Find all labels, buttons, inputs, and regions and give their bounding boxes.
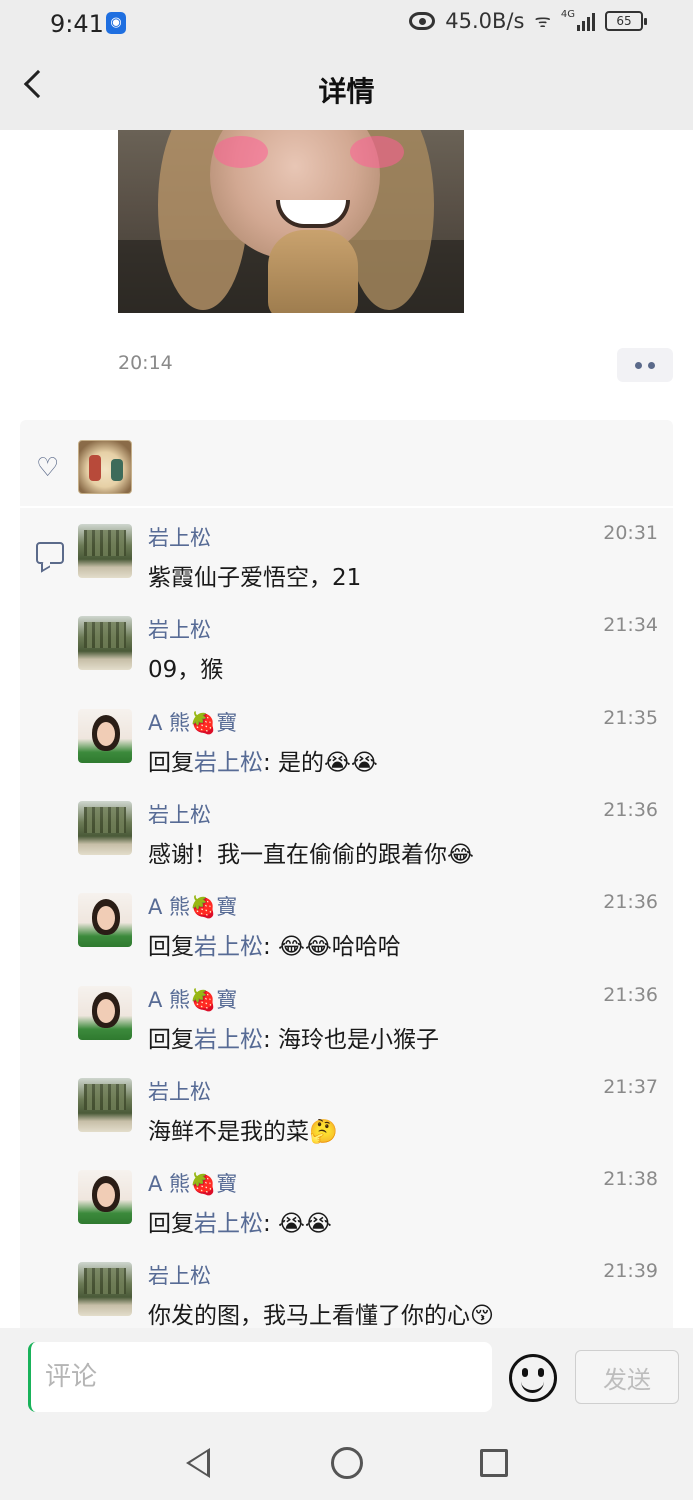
liker-avatar[interactable] — [78, 440, 132, 494]
post-detail[interactable]: 20:14 ♡ 岩上松 20:31 紫霞仙子爱悟空，21 岩上松 21:34 09，猴 A … — [0, 130, 693, 1328]
comment-input-bar: 发送 — [0, 1328, 693, 1430]
commenter-name[interactable]: 岩上松 — [148, 522, 211, 552]
comment-time: 21:35 — [603, 706, 658, 729]
commenter-avatar[interactable] — [78, 616, 132, 671]
comment-text: 海鲜不是我的菜🤔 — [148, 1112, 338, 1146]
commenter-avatar[interactable] — [78, 1262, 132, 1317]
eye-icon — [409, 12, 436, 30]
send-button[interactable]: 发送 — [575, 1350, 679, 1404]
comment-body: 紫霞仙子爱悟空，21 — [148, 565, 362, 591]
status-indicators: 45.0B/s ᯤ 4G 65 — [409, 9, 647, 33]
comment-icon — [36, 542, 64, 564]
commenter-name[interactable]: A 熊🍓寶 — [148, 984, 237, 1014]
comment-item[interactable]: 岩上松 21:39 你发的图，我马上看懂了你的心😚 — [78, 1248, 658, 1328]
reply-prefix: 回复 — [148, 1211, 194, 1238]
likes-section: ♡ — [20, 420, 673, 506]
status-time: 9:41 — [50, 10, 104, 38]
comment-item[interactable]: 岩上松 21:34 09，猴 — [78, 602, 658, 688]
comment-item[interactable]: A 熊🍓寶 21:36 回复岩上松: 海玲也是小猴子 — [78, 972, 658, 1058]
image-blush-right — [350, 136, 404, 168]
comment-input[interactable] — [28, 1342, 492, 1412]
comment-text: 感谢！我一直在偷偷的跟着你😂 — [148, 835, 474, 869]
comment-item[interactable]: A 熊🍓寶 21:35 回复岩上松: 是的😭😭 — [78, 695, 658, 781]
page-title: 详情 — [318, 75, 375, 108]
comment-time: 20:31 — [603, 522, 658, 544]
comment-body: : 😂😂哈哈哈 — [263, 934, 401, 961]
comment-item[interactable]: A 熊🍓寶 21:36 回复岩上松: 😂😂哈哈哈 — [78, 879, 658, 965]
post-time: 20:14 — [118, 352, 173, 374]
reply-to-name[interactable]: 岩上松 — [194, 1211, 263, 1237]
network-speed: 45.0B/s — [445, 9, 525, 33]
reply-to-name[interactable]: 岩上松 — [194, 750, 263, 776]
commenter-name[interactable]: A 熊🍓寶 — [148, 707, 237, 737]
comment-body: 感谢！我一直在偷偷的跟着你😂 — [148, 841, 474, 868]
commenter-avatar[interactable] — [78, 524, 132, 578]
network-type: 4G — [560, 9, 575, 20]
reply-prefix: 回复 — [148, 934, 194, 961]
commenter-name[interactable]: 岩上松 — [148, 799, 211, 829]
lightbulb-icon: ◉ — [106, 12, 126, 34]
comment-body: 09，猴 — [148, 657, 224, 684]
commenter-avatar[interactable] — [78, 708, 132, 763]
commenter-name[interactable]: 岩上松 — [148, 1260, 211, 1290]
reply-to-name[interactable]: 岩上松 — [194, 1027, 263, 1053]
comment-time: 21:36 — [603, 891, 658, 914]
comment-text: 回复岩上松: 是的😭😭 — [148, 743, 378, 777]
post-image[interactable] — [118, 130, 464, 313]
comment-text: 回复岩上松: 海玲也是小猴子 — [148, 1020, 439, 1054]
comment-item[interactable]: 岩上松 20:31 紫霞仙子爱悟空，21 — [78, 510, 658, 596]
comment-time: 21:34 — [603, 614, 658, 637]
battery-icon: 65 — [605, 11, 647, 31]
comment-text: 你发的图，我马上看懂了你的心😚 — [148, 1296, 494, 1328]
comment-item[interactable]: A 熊🍓寶 21:38 回复岩上松: 😭😭 — [78, 1156, 658, 1242]
comment-time: 21:39 — [603, 1260, 658, 1283]
comment-body: : 😭😭 — [263, 1211, 332, 1238]
system-navigation-bar — [0, 1430, 693, 1500]
status-bar: 9:41 ◉ 45.0B/s ᯤ 4G 65 — [0, 0, 693, 48]
comment-text: 回复岩上松: 😭😭 — [148, 1204, 332, 1238]
more-actions-button[interactable] — [617, 348, 673, 382]
heart-icon: ♡ — [36, 453, 60, 483]
reply-prefix: 回复 — [148, 749, 194, 776]
comment-time: 21:38 — [603, 1168, 658, 1191]
comments-section: 岩上松 20:31 紫霞仙子爱悟空，21 岩上松 21:34 09，猴 A 熊🍓寶 21:35… — [20, 508, 673, 1328]
commenter-name[interactable]: A 熊🍓寶 — [148, 891, 237, 921]
comment-text: 09，猴 — [148, 650, 223, 684]
image-blush-left — [214, 136, 268, 168]
commenter-avatar[interactable] — [78, 1170, 132, 1225]
commenter-avatar[interactable] — [78, 1077, 132, 1132]
comment-time: 21:36 — [603, 798, 658, 821]
nav-back-icon[interactable] — [186, 1448, 210, 1478]
emoji-icon[interactable] — [509, 1354, 557, 1402]
reply-to-name[interactable]: 岩上松 — [194, 934, 263, 960]
commenter-name[interactable]: 岩上松 — [148, 614, 211, 644]
comment-text: 回复岩上松: 😂😂哈哈哈 — [148, 927, 401, 961]
wifi-icon: ᯤ — [534, 11, 551, 32]
commenter-name[interactable]: 岩上松 — [148, 1076, 211, 1106]
reply-prefix: 回复 — [148, 1026, 194, 1053]
comment-body: : 海玲也是小猴子 — [263, 1026, 440, 1053]
commenter-avatar[interactable] — [78, 893, 132, 948]
image-beard — [268, 230, 358, 313]
nav-recents-icon[interactable] — [480, 1449, 508, 1477]
commenter-avatar[interactable] — [78, 985, 132, 1040]
comment-body: 海鲜不是我的菜🤔 — [148, 1118, 338, 1145]
nav-home-icon[interactable] — [331, 1447, 363, 1479]
comment-item[interactable]: 岩上松 21:37 海鲜不是我的菜🤔 — [78, 1064, 658, 1150]
signal-icon — [577, 11, 595, 31]
comment-text: 紫霞仙子爱悟空，21 — [148, 558, 361, 592]
comment-body: : 是的😭😭 — [263, 749, 378, 776]
comment-time: 21:37 — [603, 1075, 658, 1098]
comment-body: 你发的图，我马上看懂了你的心😚 — [148, 1303, 494, 1328]
comment-time: 21:36 — [603, 983, 658, 1006]
commenter-name[interactable]: A 熊🍓寶 — [148, 1168, 237, 1198]
commenter-avatar[interactable] — [78, 800, 132, 855]
header: 详情 — [0, 48, 693, 130]
comment-item[interactable]: 岩上松 21:36 感谢！我一直在偷偷的跟着你😂 — [78, 787, 658, 873]
